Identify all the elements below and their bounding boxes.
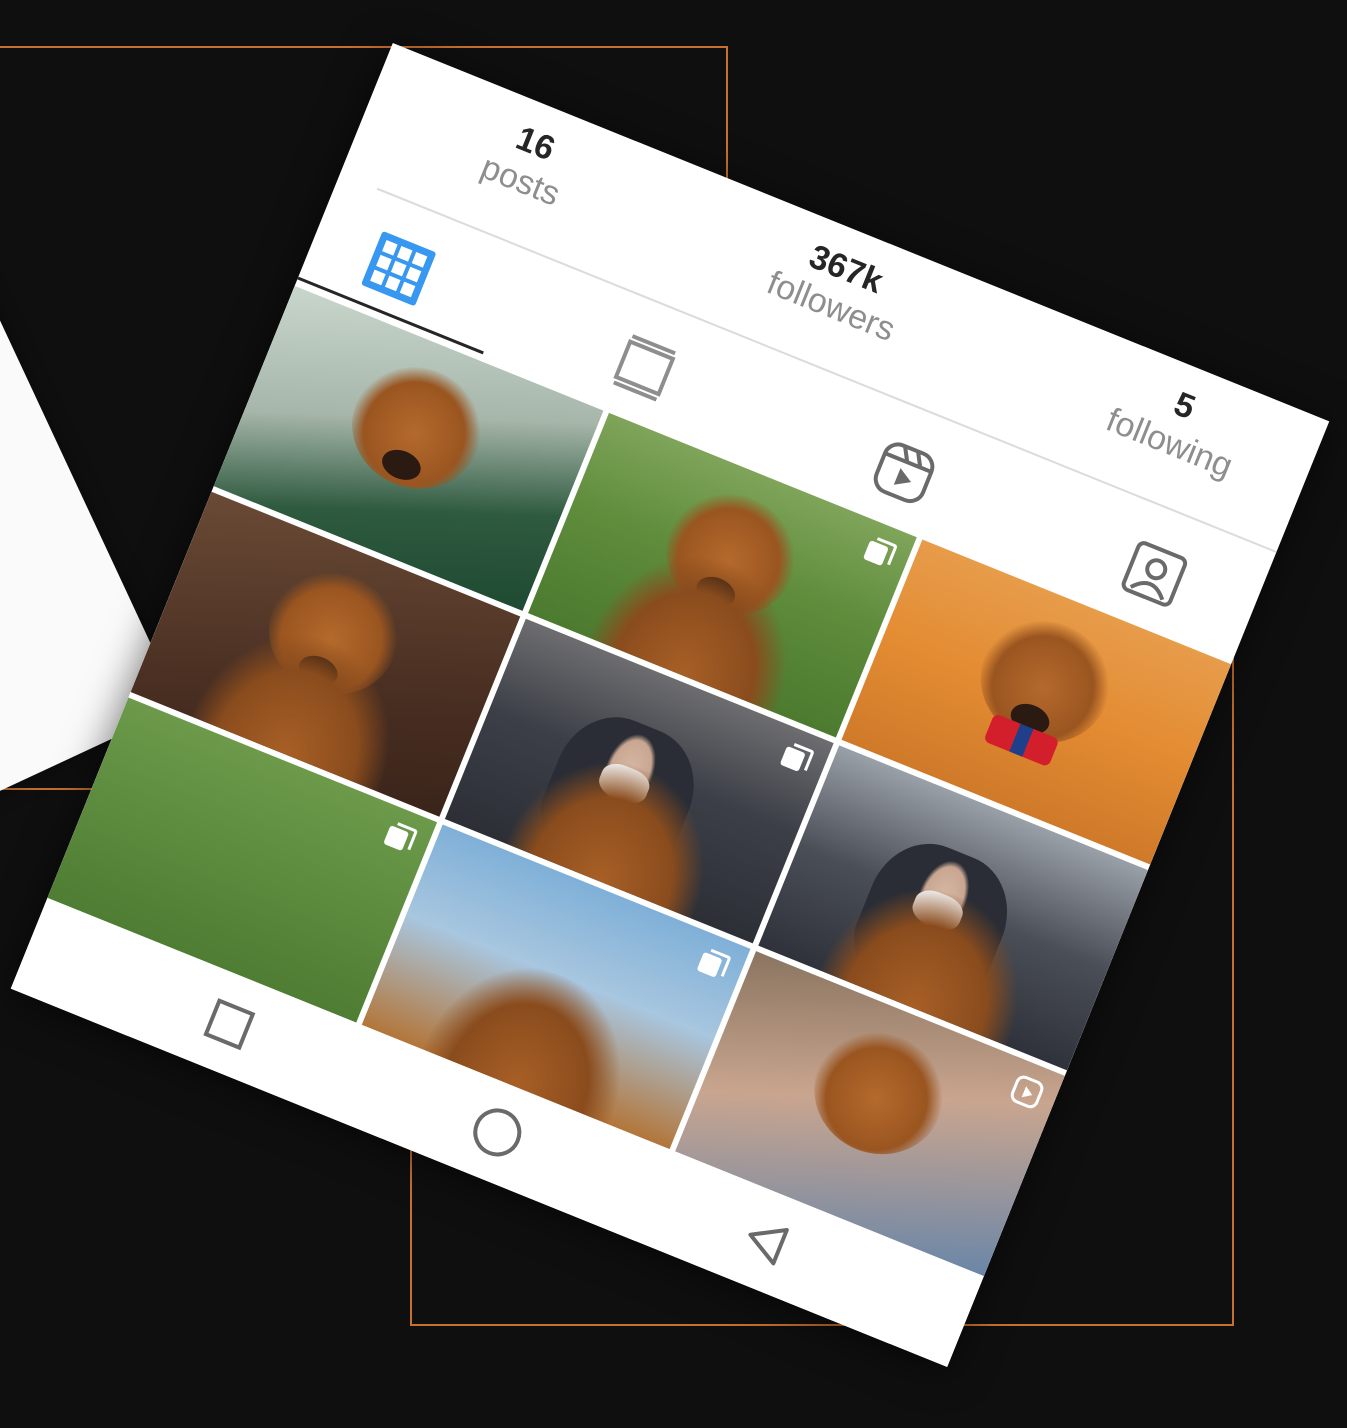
tab-reels[interactable] [858, 427, 949, 518]
recents-square-icon [203, 998, 256, 1051]
home-button[interactable] [457, 1092, 538, 1173]
tab-grid[interactable] [353, 223, 444, 314]
carousel-icon [780, 743, 815, 772]
carousel-icon [383, 822, 417, 851]
reels-badge-icon [1010, 1075, 1044, 1109]
carousel-icon [697, 948, 731, 977]
home-circle-icon [473, 1108, 522, 1157]
tab-tagged[interactable] [1109, 528, 1200, 619]
carousel-icon [864, 537, 898, 566]
reels-icon [873, 442, 935, 504]
dog-photo [795, 1013, 961, 1174]
back-button[interactable] [725, 1200, 806, 1281]
grid-icon [361, 231, 436, 306]
feed-icon [612, 334, 676, 402]
tagged-icon [1121, 541, 1188, 607]
tab-feed[interactable] [599, 322, 690, 413]
dog-photo [333, 348, 500, 509]
back-triangle-icon [748, 1227, 789, 1266]
recents-button[interactable] [189, 984, 270, 1065]
